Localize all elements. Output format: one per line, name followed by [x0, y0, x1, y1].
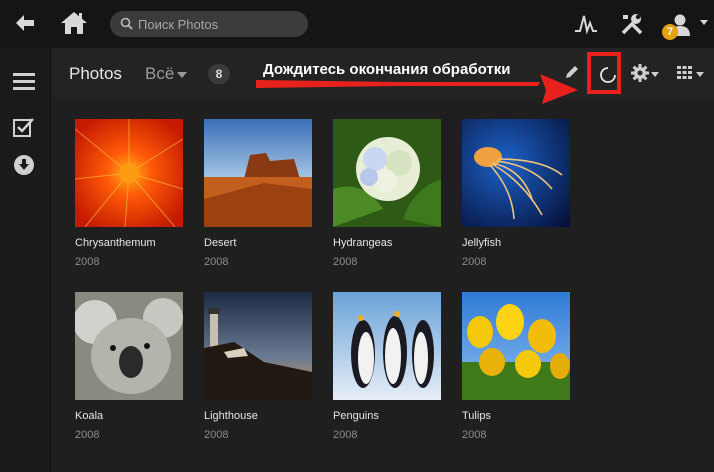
photo-thumbnail[interactable] — [75, 292, 183, 400]
chevron-down-icon[interactable] — [177, 72, 187, 78]
filter-dropdown[interactable]: Всё — [145, 64, 174, 84]
chevron-down-icon[interactable] — [700, 20, 708, 26]
grid-icon[interactable] — [677, 66, 692, 79]
tools-icon[interactable] — [620, 12, 644, 36]
photo-year: 2008 — [333, 429, 358, 441]
photo-title: Hydrangeas — [333, 237, 393, 249]
hamburger-icon[interactable] — [13, 72, 35, 90]
search-field[interactable] — [110, 11, 308, 37]
photo-title: Chrysanthemum — [75, 237, 156, 249]
photo-thumbnail[interactable] — [462, 292, 570, 400]
photo-year: 2008 — [204, 429, 229, 441]
photo-year: 2008 — [75, 429, 100, 441]
spinner-icon — [600, 67, 616, 83]
photo-title: Koala — [75, 410, 104, 422]
search-input[interactable] — [138, 14, 298, 34]
library-toolbar: Photos Всё 8 Дождитесь окончания обработ… — [51, 48, 714, 98]
photo-thumbnail[interactable] — [462, 119, 570, 227]
photo-title: Desert — [204, 237, 237, 249]
photo-title: Tulips — [462, 410, 491, 422]
photo-tile[interactable]: Koala 2008 — [75, 292, 185, 441]
search-icon — [120, 17, 133, 30]
download-icon[interactable] — [13, 154, 35, 176]
photo-thumbnail[interactable] — [333, 119, 441, 227]
chevron-down-icon[interactable] — [696, 72, 704, 77]
photo-tile[interactable]: Desert 2008 — [204, 119, 314, 268]
photo-year: 2008 — [75, 256, 100, 268]
photo-thumbnail[interactable] — [204, 119, 312, 227]
photo-year: 2008 — [462, 256, 487, 268]
notification-badge: 7 — [662, 24, 678, 40]
chevron-down-icon[interactable] — [651, 72, 659, 77]
pencil-icon[interactable] — [564, 64, 580, 80]
item-count-badge: 8 — [208, 64, 230, 84]
photo-title: Jellyfish — [462, 237, 502, 249]
top-bar: 7 — [0, 0, 714, 48]
activity-icon[interactable] — [574, 13, 598, 35]
processing-highlight — [587, 52, 621, 94]
photo-thumbnail[interactable] — [333, 292, 441, 400]
photo-thumbnail[interactable] — [75, 119, 183, 227]
photo-tile[interactable]: Tulips 2008 — [462, 292, 572, 441]
photo-year: 2008 — [333, 256, 358, 268]
photo-title: Penguins — [333, 410, 379, 422]
instruction-annotation: Дождитесь окончания обработки — [263, 61, 511, 78]
photo-title: Lighthouse — [204, 410, 258, 422]
back-arrow-icon[interactable] — [14, 13, 36, 33]
sidebar — [0, 48, 51, 472]
checkbox-icon[interactable] — [13, 117, 35, 137]
photo-tile[interactable]: Chrysanthemum 2008 — [75, 119, 185, 268]
photo-tile[interactable]: Jellyfish 2008 — [462, 119, 572, 268]
page-title: Photos — [69, 64, 122, 83]
home-icon[interactable] — [60, 10, 88, 36]
photo-tile[interactable]: Hydrangeas 2008 — [333, 119, 443, 268]
photo-tile[interactable]: Lighthouse 2008 — [204, 292, 314, 441]
gear-icon[interactable] — [631, 64, 649, 82]
photo-year: 2008 — [204, 256, 229, 268]
photo-thumbnail[interactable] — [204, 292, 312, 400]
photo-tile[interactable]: Penguins 2008 — [333, 292, 443, 441]
photo-year: 2008 — [462, 429, 487, 441]
